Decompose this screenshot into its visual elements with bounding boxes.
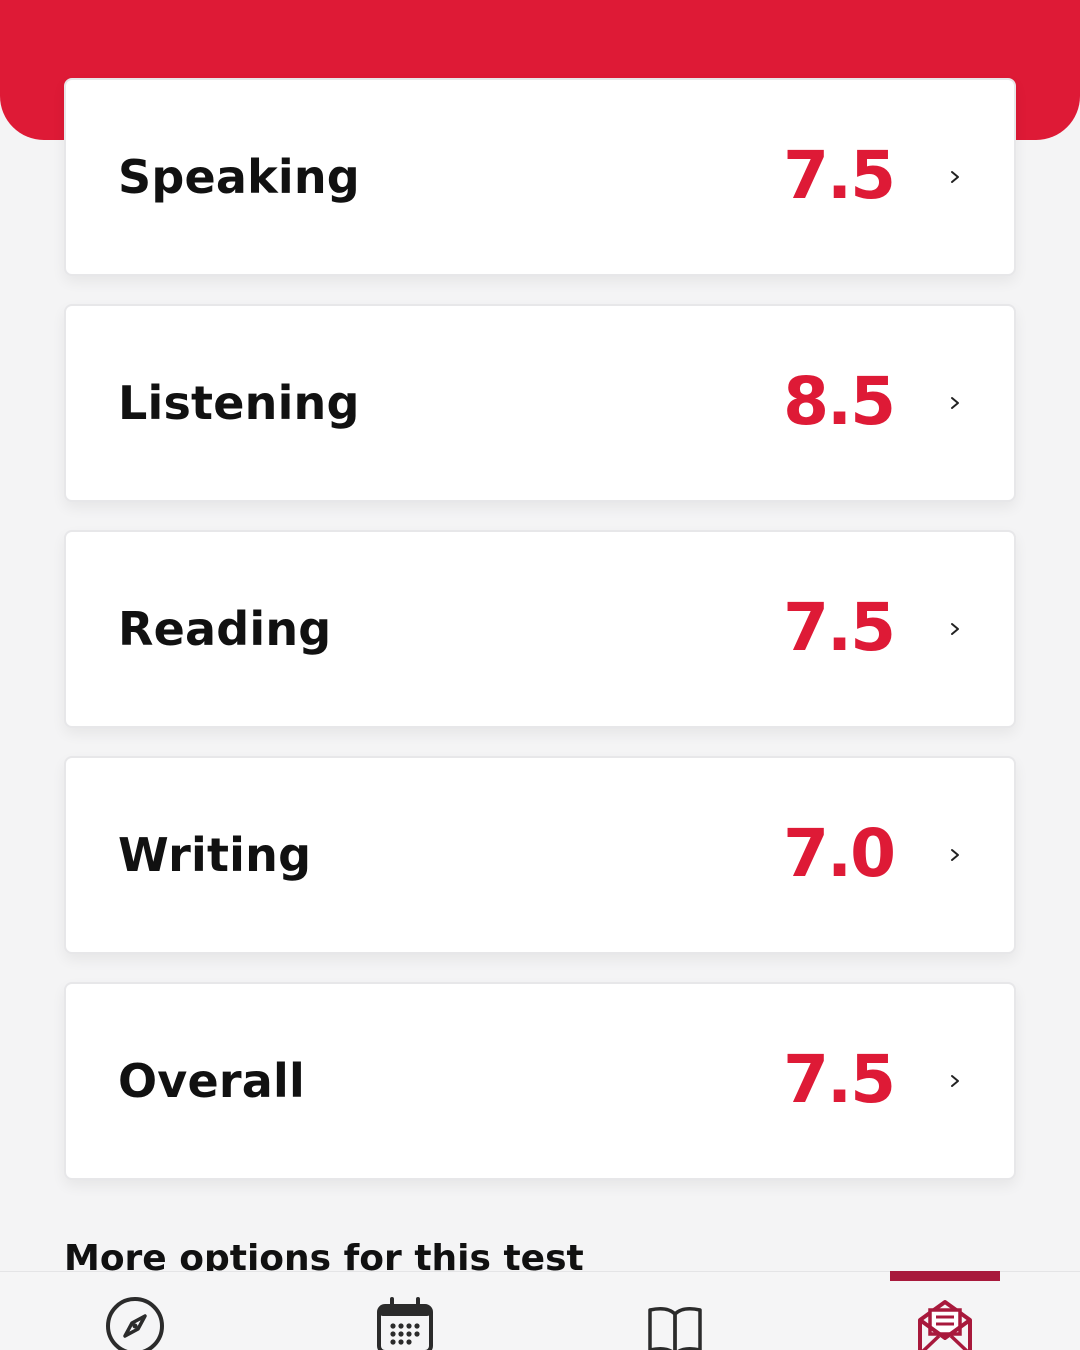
score-card-speaking[interactable]: Speaking 7.5 xyxy=(64,78,1016,276)
score-card-reading[interactable]: Reading 7.5 xyxy=(64,530,1016,728)
book-icon xyxy=(648,1307,702,1350)
tab-explore[interactable] xyxy=(60,1272,210,1350)
score-card-listening[interactable]: Listening 8.5 xyxy=(64,304,1016,502)
bottom-tab-bar xyxy=(0,1271,1080,1350)
score-value: 7.5 xyxy=(783,136,896,214)
score-label: Overall xyxy=(118,1054,305,1108)
chevron-right-icon xyxy=(951,1075,959,1087)
score-card-writing[interactable]: Writing 7.0 xyxy=(64,756,1016,954)
chevron-right-icon xyxy=(951,623,959,635)
compass-icon xyxy=(106,1297,164,1350)
score-card-overall[interactable]: Overall 7.5 xyxy=(64,982,1016,1180)
score-label: Reading xyxy=(118,602,332,656)
tab-results[interactable] xyxy=(870,1272,1020,1350)
score-label: Listening xyxy=(118,376,360,430)
score-value: 8.5 xyxy=(783,362,896,440)
score-label: Writing xyxy=(118,828,312,882)
chevron-right-icon xyxy=(951,849,959,861)
tab-calendar[interactable] xyxy=(330,1272,480,1350)
selected-tab-indicator xyxy=(890,1271,1000,1281)
chevron-right-icon xyxy=(951,397,959,409)
chevron-right-icon xyxy=(951,171,959,183)
mail-icon xyxy=(918,1300,972,1350)
score-list: Speaking 7.5 Listening 8.5 Reading 7.5 W… xyxy=(64,78,1016,1208)
score-value: 7.0 xyxy=(783,814,896,892)
score-label: Speaking xyxy=(118,150,360,204)
score-value: 7.5 xyxy=(783,588,896,666)
score-report-screen: Speaking 7.5 Listening 8.5 Reading 7.5 W… xyxy=(0,0,1080,1350)
score-value: 7.5 xyxy=(783,1040,896,1118)
tab-learn[interactable] xyxy=(600,1272,750,1350)
calendar-icon xyxy=(377,1297,433,1350)
